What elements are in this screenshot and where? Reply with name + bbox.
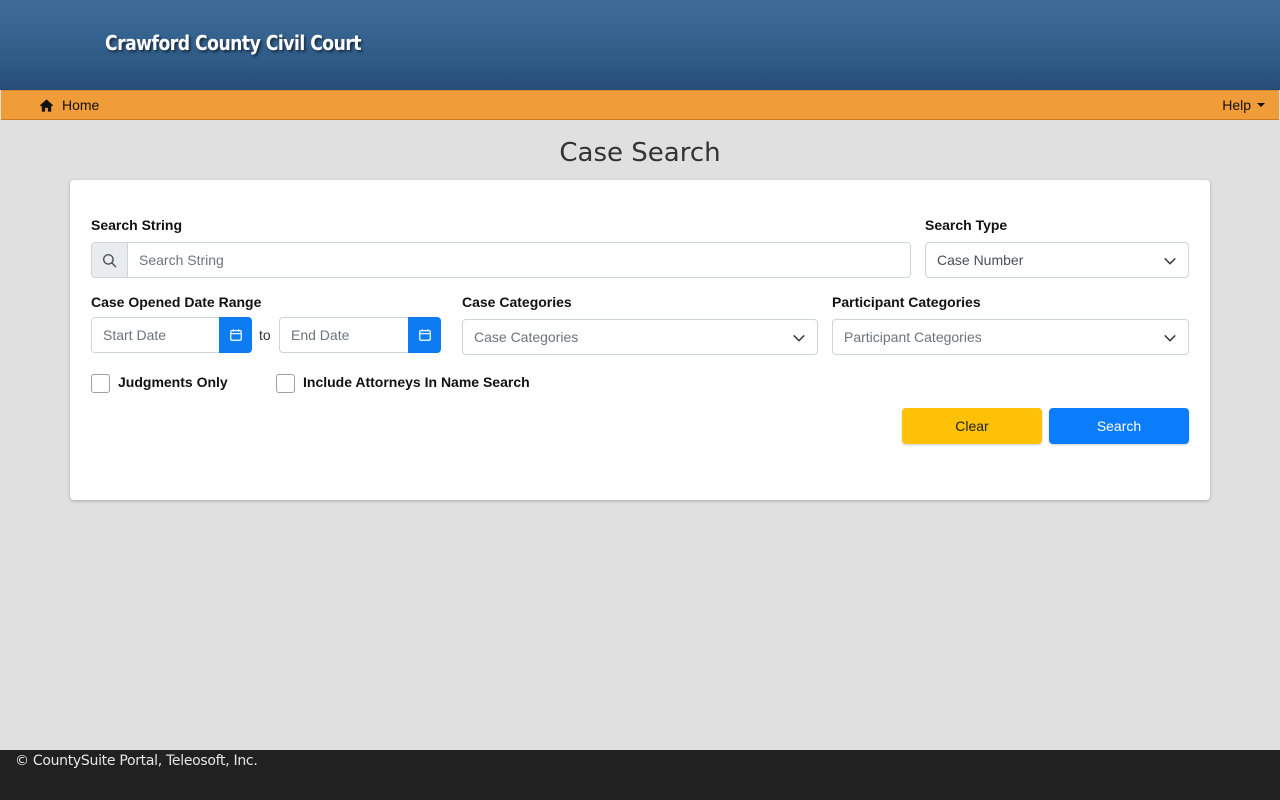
chevron-down-icon xyxy=(1164,334,1176,342)
case-categories-select[interactable]: Case Categories xyxy=(462,319,818,355)
nav-home-label: Home xyxy=(62,97,100,113)
date-range-separator: to xyxy=(259,327,271,343)
search-type-select[interactable]: Case Number xyxy=(925,242,1189,278)
date-range-label: Case Opened Date Range xyxy=(91,294,262,310)
case-categories-label: Case Categories xyxy=(462,294,572,310)
start-date-placeholder: Start Date xyxy=(103,327,167,343)
judgments-only-checkbox[interactable] xyxy=(91,374,110,393)
search-icon xyxy=(102,253,117,267)
court-title: Crawford County Civil Court xyxy=(105,31,362,55)
chevron-down-icon xyxy=(1164,257,1176,265)
search-type-label: Search Type xyxy=(925,217,1008,233)
case-categories-placeholder: Case Categories xyxy=(474,329,579,345)
end-date-placeholder: End Date xyxy=(291,327,350,343)
participant-categories-select[interactable]: Participant Categories xyxy=(832,319,1189,355)
home-icon xyxy=(39,98,54,112)
end-date-field[interactable]: End Date xyxy=(279,317,441,353)
include-attorneys-checkbox[interactable] xyxy=(276,374,295,393)
end-date-calendar-button[interactable] xyxy=(408,317,441,353)
include-attorneys-label: Include Attorneys In Name Search xyxy=(303,374,530,390)
calendar-icon xyxy=(418,329,431,341)
search-type-value: Case Number xyxy=(937,252,1024,268)
search-addon xyxy=(92,243,128,277)
search-string-label: Search String xyxy=(91,217,183,233)
start-date-calendar-button[interactable] xyxy=(219,317,252,353)
nav-help-label: Help xyxy=(1222,97,1251,113)
nav-home-link[interactable]: Home xyxy=(39,91,99,119)
chevron-down-icon xyxy=(793,334,805,342)
participant-categories-placeholder: Participant Categories xyxy=(844,329,982,345)
start-date-field[interactable]: Start Date xyxy=(91,317,252,353)
footer-copyright: © CountySuite Portal, Teleosoft, Inc. xyxy=(15,753,258,769)
header-banner: Crawford County Civil Court xyxy=(0,0,1280,90)
calendar-icon xyxy=(229,329,242,341)
search-form-card: Search String Search String Search Type … xyxy=(70,180,1210,500)
judgments-only-label: Judgments Only xyxy=(118,374,228,390)
search-string-field[interactable]: Search String xyxy=(91,242,911,278)
page-title: Case Search xyxy=(559,138,721,168)
caret-down-icon xyxy=(1257,103,1265,107)
search-button[interactable]: Search xyxy=(1049,408,1189,444)
nav-help-menu[interactable]: Help xyxy=(1222,91,1265,119)
clear-button[interactable]: Clear xyxy=(902,408,1042,444)
nav-bar: Home Help xyxy=(1,90,1279,120)
footer: © CountySuite Portal, Teleosoft, Inc. xyxy=(0,750,1280,800)
participant-categories-label: Participant Categories xyxy=(832,294,981,310)
